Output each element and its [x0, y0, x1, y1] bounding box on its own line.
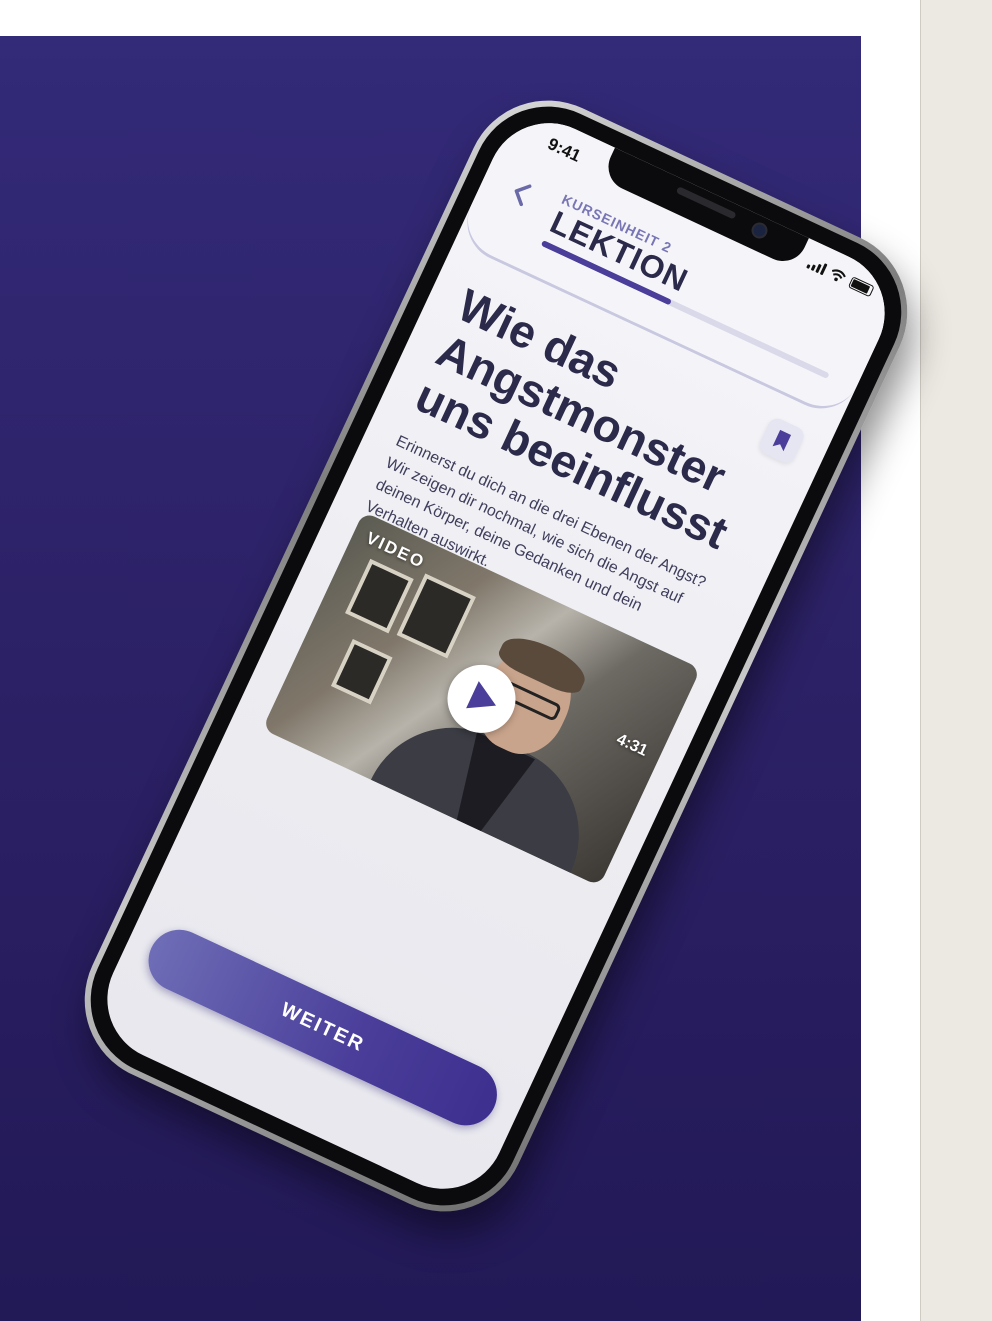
play-icon: [466, 681, 497, 709]
back-button[interactable]: [506, 177, 541, 212]
video-duration: 4:31: [613, 730, 651, 760]
speaker-grille: [675, 186, 737, 220]
camera-icon: [748, 219, 771, 242]
continue-button[interactable]: WEITER: [138, 919, 508, 1136]
background-frame: [330, 638, 393, 705]
chevron-left-icon: [514, 184, 532, 207]
side-strip: [920, 0, 992, 1321]
